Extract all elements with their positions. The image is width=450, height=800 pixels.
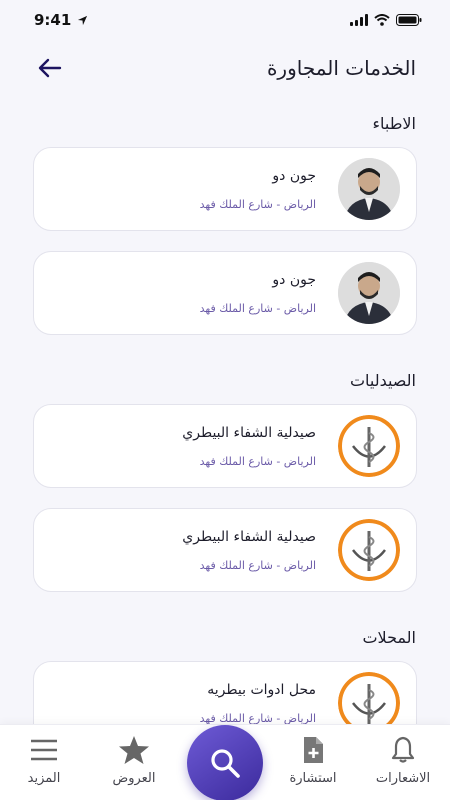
pharmacy-card[interactable]: صيدلية الشفاء البيطري الرياض - شارع المل…	[33, 508, 417, 592]
header: الخدمات المجاورة	[0, 48, 450, 88]
doctor-name: جون دو	[272, 271, 316, 288]
section-title-shops: المحلات	[362, 628, 416, 647]
pharmacy-name: صيدلية الشفاء البيطري	[182, 528, 316, 545]
shop-card[interactable]: محل ادوات بيطريه الرياض - شارع الملك فهد	[33, 661, 417, 725]
doctor-card[interactable]: جون دو الرياض - شارع الملك فهد	[33, 147, 417, 231]
bell-icon	[391, 736, 415, 763]
shop-address: الرياض - شارع الملك فهد	[199, 711, 316, 725]
status-time: 9:41	[34, 11, 88, 29]
nav-consultation[interactable]: استشارة	[278, 735, 348, 786]
pharmacy-logo-icon	[338, 415, 400, 477]
doctor-address: الرياض - شارع الملك فهد	[199, 301, 316, 315]
nav-offers[interactable]: العروض	[99, 735, 169, 786]
pharmacy-logo-icon	[338, 672, 400, 725]
pharmacy-address: الرياض - شارع الملك فهد	[199, 454, 316, 468]
nav-label-offers: العروض	[112, 771, 156, 786]
nav-more[interactable]: المزيد	[9, 735, 79, 786]
nav-label-consultation: استشارة	[289, 771, 337, 786]
services-list: الاطباء جون دو الرياض - شارع الملك فهد ج…	[0, 100, 450, 725]
signal-icon	[350, 14, 368, 26]
battery-icon	[396, 14, 422, 26]
pharmacy-card[interactable]: صيدلية الشفاء البيطري الرياض - شارع المل…	[33, 404, 417, 488]
section-title-pharmacies: الصيدليات	[349, 371, 416, 390]
status-time-text: 9:41	[34, 11, 72, 29]
shop-name: محل ادوات بيطريه	[207, 681, 316, 698]
arrow-left-icon	[38, 58, 62, 78]
section-title-doctors: الاطباء	[372, 114, 416, 133]
doctor-avatar	[338, 158, 400, 220]
pharmacy-name: صيدلية الشفاء البيطري	[182, 424, 316, 441]
status-bar: 9:41	[0, 0, 450, 40]
status-icons	[350, 14, 422, 26]
page-title: الخدمات المجاورة	[266, 56, 416, 80]
pharmacy-logo-icon	[338, 519, 400, 581]
back-button[interactable]	[36, 54, 64, 82]
pharmacy-address: الرياض - شارع الملك فهد	[199, 558, 316, 572]
nav-label-more: المزيد	[27, 771, 61, 786]
search-icon	[211, 749, 240, 778]
doctor-card[interactable]: جون دو الرياض - شارع الملك فهد	[33, 251, 417, 335]
file-plus-icon	[304, 737, 323, 763]
doctor-name: جون دو	[272, 167, 316, 184]
nav-label-notifications: الاشعارات	[375, 771, 431, 786]
nav-notifications[interactable]: الاشعارات	[368, 735, 438, 786]
doctor-avatar	[338, 262, 400, 324]
doctor-address: الرياض - شارع الملك فهد	[199, 197, 316, 211]
star-icon	[119, 736, 149, 764]
menu-icon	[31, 739, 57, 761]
location-arrow-icon	[78, 15, 88, 25]
wifi-icon	[374, 14, 390, 26]
search-button[interactable]	[187, 725, 263, 800]
